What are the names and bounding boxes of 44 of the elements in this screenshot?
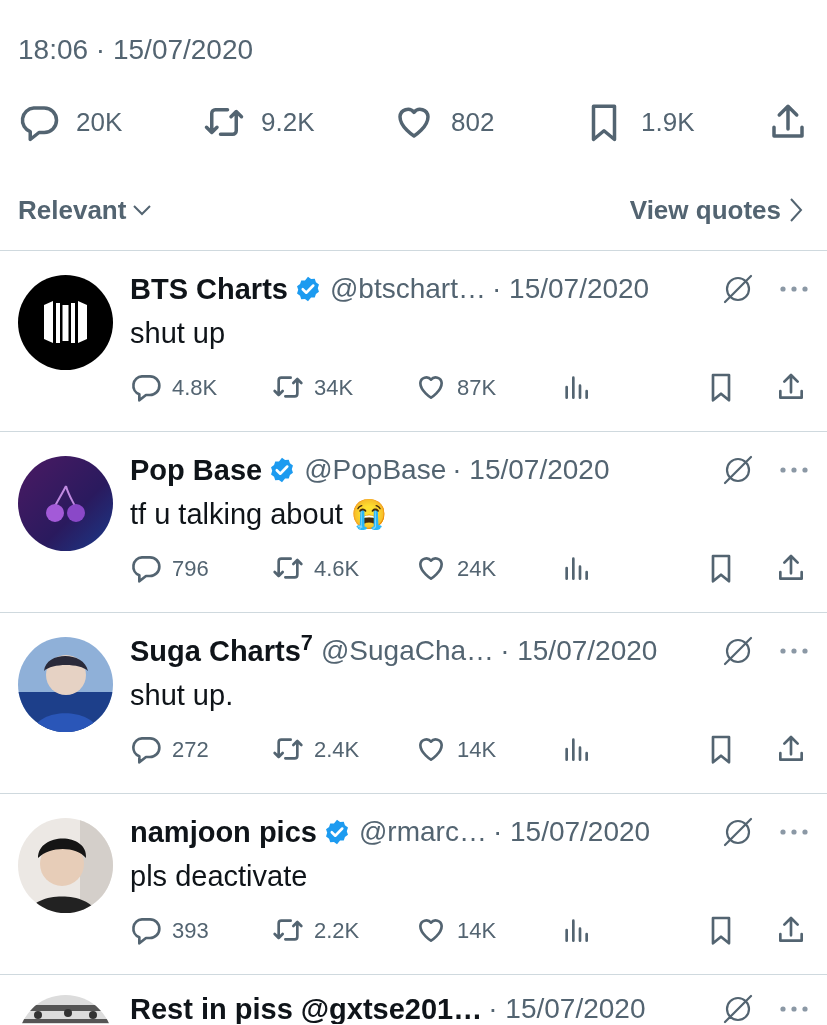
action-count: 34K <box>314 373 354 402</box>
avatar-cherries[interactable] <box>18 456 113 551</box>
sort-dropdown[interactable]: Relevant <box>18 190 155 230</box>
author-handle[interactable]: @rmarc… <box>358 817 487 847</box>
action-count: 24K <box>457 554 497 583</box>
author-name[interactable]: namjoon pics <box>130 817 317 847</box>
stat-count: 802 <box>451 105 495 139</box>
reply-text: shut up. <box>130 678 235 713</box>
action-count: 393 <box>172 916 209 945</box>
action-count: 4.8K <box>172 373 218 402</box>
more-icon[interactable] <box>779 285 809 293</box>
tweet-timestamp: 18:06 · 15/07/2020 <box>18 33 255 67</box>
author-name[interactable]: Pop Base <box>130 455 263 485</box>
stat-count: 1.9K <box>641 105 695 139</box>
reply-date[interactable]: · 15/07/2020 <box>452 455 610 485</box>
reply-text: pls deactivate <box>130 859 309 894</box>
author-name[interactable]: BTS Charts <box>130 274 288 304</box>
chevron-right-icon <box>789 197 803 223</box>
action-count: 14K <box>457 916 497 945</box>
more-icon[interactable] <box>779 647 809 655</box>
reply-date[interactable]: · 15/07/2020 <box>491 274 650 304</box>
reply-date[interactable]: · 15/07/2020 <box>488 994 646 1024</box>
reply-date[interactable]: · 15/07/2020 <box>500 636 658 666</box>
author-handle[interactable]: @SugaCha… <box>320 636 495 666</box>
more-icon[interactable] <box>779 828 809 836</box>
action-count: 2.4K <box>314 735 360 764</box>
stat-count: 9.2K <box>261 105 315 139</box>
reply-text: tf u talking about 😭 <box>130 497 388 532</box>
author-handle[interactable]: @btschart… <box>329 274 486 304</box>
action-count: 272 <box>172 735 209 764</box>
action-count: 14K <box>457 735 497 764</box>
more-icon[interactable] <box>779 1005 809 1013</box>
reply-date[interactable]: · 15/07/2020 <box>492 817 651 847</box>
action-count: 87K <box>457 373 497 402</box>
author-name[interactable]: Suga Charts$^{7}$ <box>130 636 313 666</box>
author-handle[interactable]: @PopBase <box>304 455 447 485</box>
more-icon[interactable] <box>779 466 809 474</box>
action-count: 2.2K <box>314 916 360 945</box>
action-count: 4.6K <box>314 554 360 583</box>
action-count: 796 <box>172 554 209 583</box>
avatar-logo[interactable] <box>18 275 113 370</box>
stat-count: 20K <box>76 105 123 139</box>
reply-text: shut up <box>130 316 227 351</box>
view-quotes-link[interactable]: View quotes <box>629 190 809 230</box>
